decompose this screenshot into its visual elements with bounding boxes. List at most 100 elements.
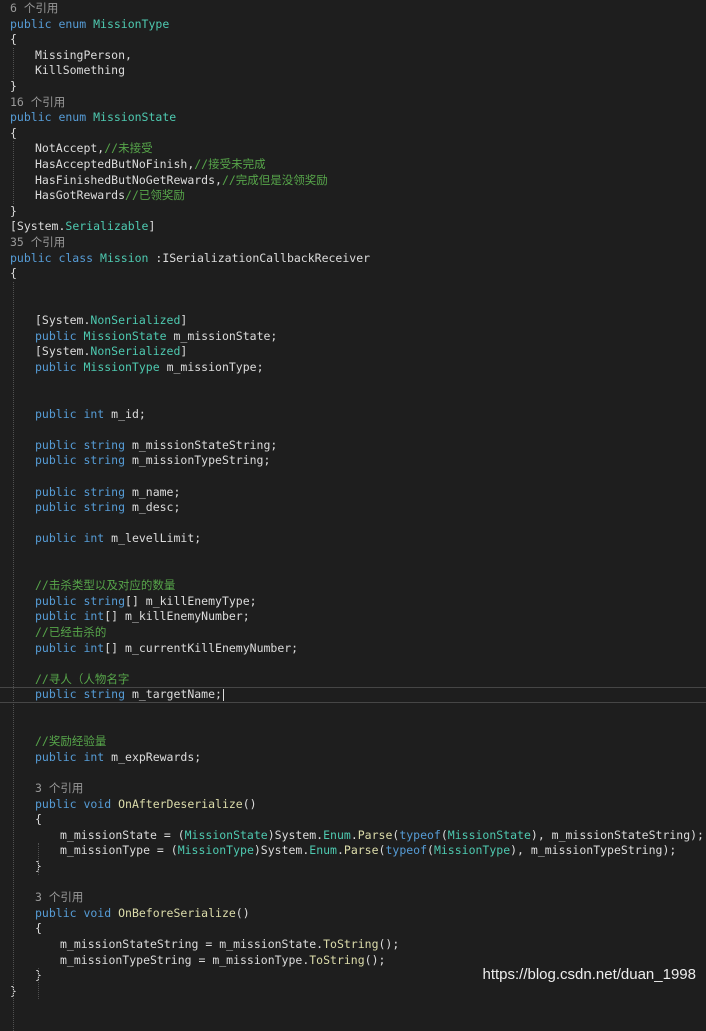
code-token: ToString [309,952,365,967]
code-token: MissingPerson, [35,47,132,62]
code-line: m_missionStateString = m_missionState.To… [0,937,706,953]
code-token: MissionState [93,110,177,125]
code-line: public int m_levelLimit; [0,531,706,547]
code-line: public MissionState m_missionState; [0,329,706,345]
code-token: MissionState [184,827,268,842]
code-line: public string m_desc; [0,500,706,516]
code-token: //接受未完成 [194,157,266,171]
code-line: HasAcceptedButNoFinish,//接受未完成 [0,157,706,173]
code-token: :ISerializationCallbackReceiver [148,250,371,265]
watermark-text: https://blog.csdn.net/duan_1998 [482,966,696,983]
code-token: Serializable [65,219,149,234]
code-token: ToString [323,937,379,951]
code-token: ( [427,843,434,858]
code-line: } [0,204,706,220]
code-token: MissionType [177,843,254,858]
code-token: public void [35,905,119,920]
code-token: //寻人（人物名字 [35,671,130,686]
codelens-reference-count[interactable]: 3 个引用 [0,781,706,797]
code-token: { [35,812,42,827]
indent-guide [38,843,39,875]
code-line: public int m_id; [0,407,706,423]
codelens-label[interactable]: 35 个引用 [10,235,65,249]
code-token: m_missionState = ( [60,827,185,842]
code-line: public int m_expRewards; [0,750,706,766]
code-token: () [235,905,250,920]
codelens-reference-count[interactable]: 35 个引用 [0,235,706,251]
code-token: ] [148,219,156,234]
code-line: public MissionType m_missionType; [0,360,706,376]
code-token: m_missionType = ( [60,843,178,858]
code-line: } [0,859,706,875]
code-token: public string [35,484,132,499]
code-token: OnAfterDeserialize [118,796,243,811]
code-token: public class [10,250,101,265]
code-token: KillSomething [35,63,126,78]
code-token: m_desc; [131,500,181,515]
code-token: () [242,796,257,811]
code-token: public int [35,609,105,624]
codelens-label[interactable]: 16 个引用 [10,95,65,109]
code-line: } [0,79,706,95]
code-token: //击杀类型以及对应的数量 [35,578,176,593]
code-token: . [350,827,358,842]
code-token: public int [35,640,105,655]
code-line: MissingPerson, [0,48,706,64]
codelens-label[interactable]: 3 个引用 [35,890,83,904]
code-line: public string m_name; [0,485,706,501]
code-line: public string[] m_killEnemyType; [0,594,706,610]
code-token: HasFinishedButNoGetRewards, [35,172,222,187]
code-token: } [10,79,17,93]
code-token: public string [35,437,132,452]
code-token: public int [35,749,112,764]
codelens-reference-count[interactable]: 3 个引用 [0,890,706,906]
code-token: Parse [357,827,393,842]
code-token: ), m_missionTypeString); [510,843,677,858]
code-line: public enum MissionState [0,110,706,126]
code-token: ] [180,313,188,327]
code-line: { [0,266,706,282]
code-line: //寻人（人物名字 [0,672,706,688]
indent-guide [13,47,14,79]
code-token: NonSerialized [90,313,181,327]
code-token: public string [35,593,126,608]
code-line: public int[] m_killEnemyNumber; [0,609,706,625]
code-line: { [0,32,706,48]
codelens-label[interactable]: 6 个引用 [10,1,58,15]
code-token: public string [35,453,132,468]
code-token: m_name; [131,484,181,499]
code-token: typeof [399,827,441,842]
code-line: public string m_missionTypeString; [0,453,706,469]
code-token: Enum [309,843,337,858]
code-token: HasAcceptedButNoFinish, [35,157,195,171]
code-token: public enum [10,110,94,125]
code-token: ), m_missionStateString); [530,827,704,842]
code-token: ( [440,827,448,842]
code-token: MissionType [93,16,170,31]
code-token: m_targetName; [131,687,222,702]
code-token: [] m_killEnemyType; [125,593,257,608]
code-token: public string [35,500,132,515]
code-line: m_missionState = (MissionState)System.En… [0,828,706,844]
code-token: { [10,125,17,140]
codelens-reference-count[interactable]: 16 个引用 [0,95,706,111]
code-editor[interactable]: 6 个引用 public enum MissionType{MissingPers… [0,0,706,1031]
codelens-reference-count[interactable]: 6 个引用 [0,1,706,17]
code-token: m_missionTypeString; [131,453,271,468]
codelens-label[interactable]: 3 个引用 [35,781,83,795]
code-token: OnBeforeSerialize [118,905,236,920]
code-token: NotAccept, [35,141,105,156]
code-token: public int [35,406,112,421]
code-line: public int[] m_currentKillEnemyNumber; [0,641,706,657]
code-line: public string m_missionStateString; [0,438,706,454]
code-token: NonSerialized [90,344,181,359]
code-token: )System. [267,827,324,842]
code-token: public int [35,531,112,546]
code-token: ] [180,344,188,359]
